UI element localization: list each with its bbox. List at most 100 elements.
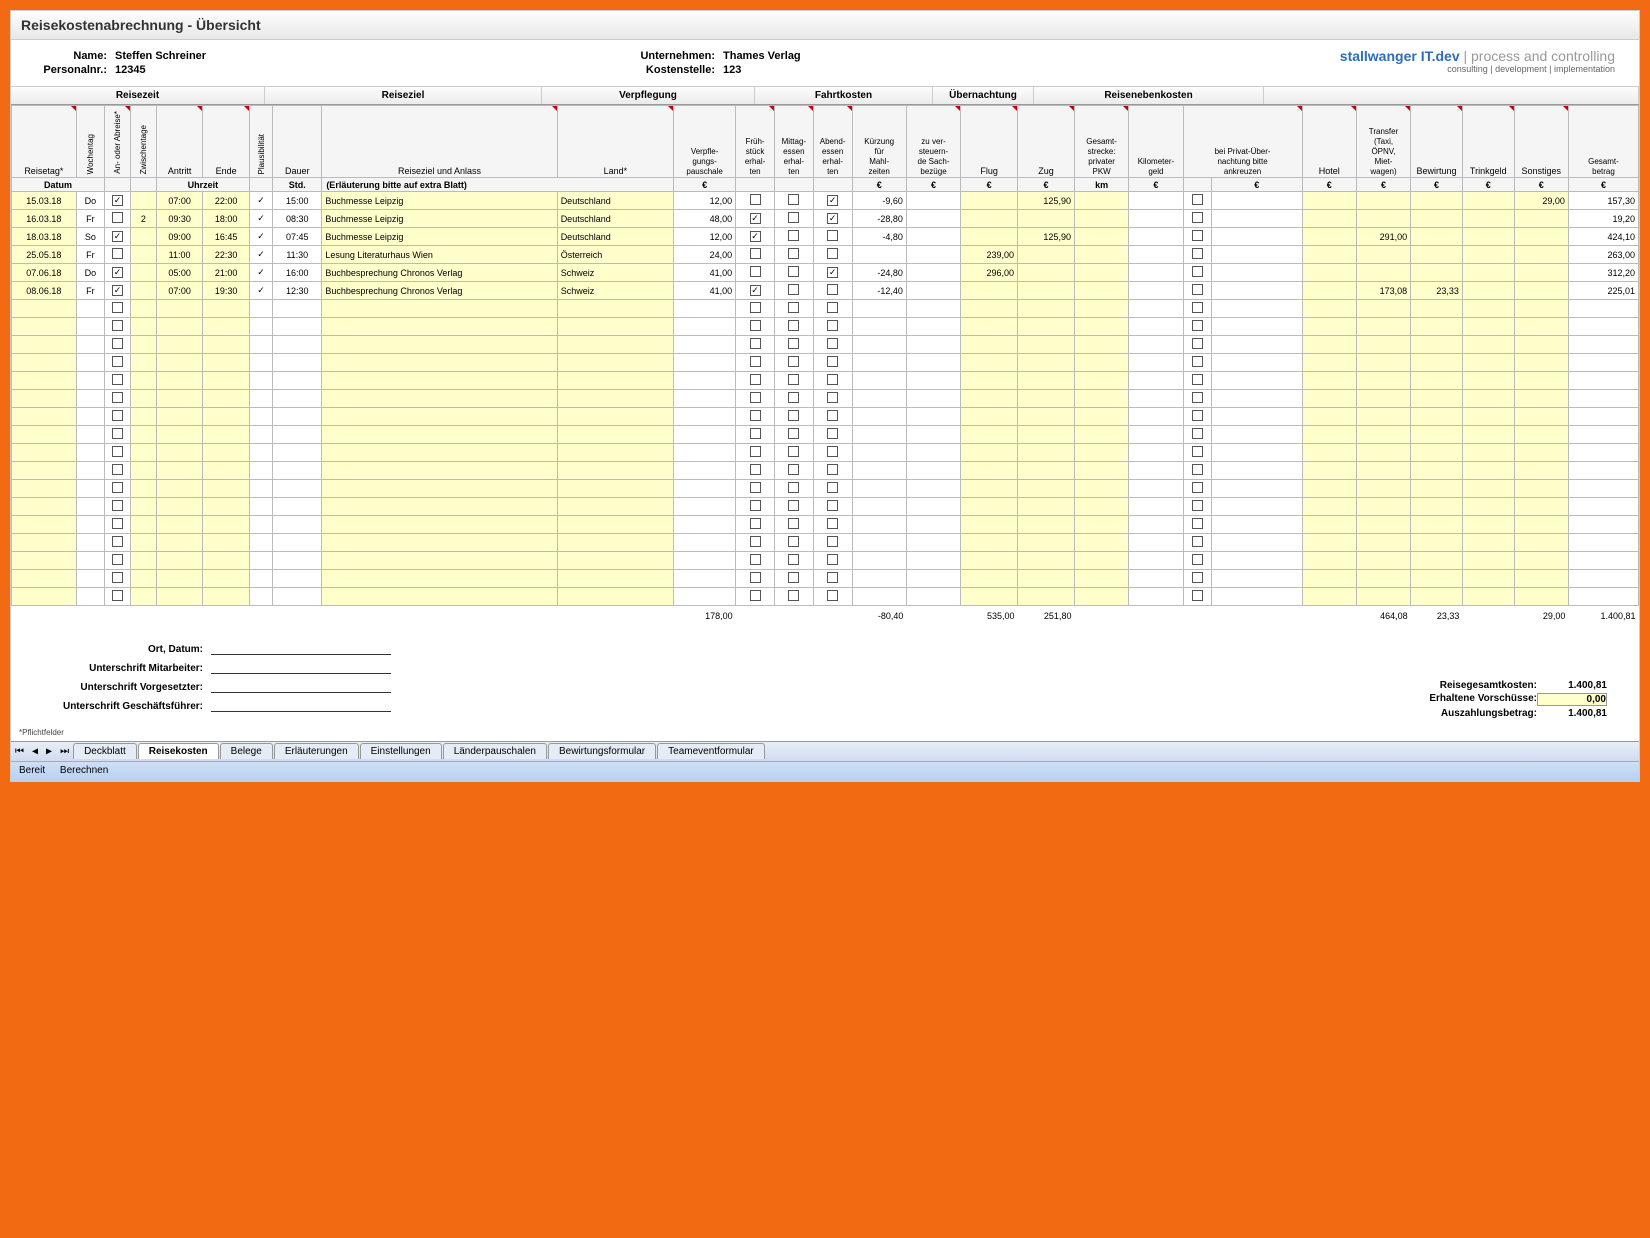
sheet-tab[interactable]: Reisekosten	[138, 743, 219, 759]
checkbox[interactable]	[1192, 410, 1203, 421]
checkbox[interactable]	[788, 428, 799, 439]
checkbox[interactable]	[750, 518, 761, 529]
checkbox[interactable]	[827, 248, 838, 259]
checkbox[interactable]	[112, 518, 123, 529]
sig-ort-line[interactable]	[211, 644, 391, 655]
checkbox[interactable]	[1192, 194, 1203, 205]
checkbox[interactable]	[1192, 302, 1203, 313]
checkbox[interactable]	[1192, 266, 1203, 277]
checkbox[interactable]	[750, 392, 761, 403]
checkbox[interactable]	[788, 284, 799, 295]
sheet-tab[interactable]: Einstellungen	[360, 743, 442, 759]
sig-vg-line[interactable]	[211, 682, 391, 693]
checkbox[interactable]	[827, 374, 838, 385]
table-row[interactable]: 08.06.18Fr07:0019:30✓12:30Buchbesprechun…	[12, 282, 1639, 300]
table-row-empty[interactable]	[12, 588, 1639, 606]
checkbox[interactable]	[1192, 464, 1203, 475]
table-row-empty[interactable]	[12, 390, 1639, 408]
table-row-empty[interactable]	[12, 534, 1639, 552]
checkbox[interactable]	[788, 464, 799, 475]
table-row[interactable]: 25.05.18Fr11:0022:30✓11:30Lesung Literat…	[12, 246, 1639, 264]
checkbox[interactable]	[1192, 536, 1203, 547]
checkbox[interactable]	[750, 338, 761, 349]
checkbox[interactable]	[750, 482, 761, 493]
table-row[interactable]: 18.03.18So09:0016:45✓07:45Buchmesse Leip…	[12, 228, 1639, 246]
checkbox[interactable]	[750, 446, 761, 457]
checkbox[interactable]	[1192, 248, 1203, 259]
checkbox[interactable]	[1192, 518, 1203, 529]
checkbox[interactable]	[112, 248, 123, 259]
table-row-empty[interactable]	[12, 498, 1639, 516]
checkbox[interactable]	[112, 195, 123, 206]
checkbox[interactable]	[1192, 338, 1203, 349]
checkbox[interactable]	[112, 536, 123, 547]
checkbox[interactable]	[750, 410, 761, 421]
checkbox[interactable]	[750, 428, 761, 439]
checkbox[interactable]	[750, 500, 761, 511]
checkbox[interactable]	[1192, 356, 1203, 367]
checkbox[interactable]	[827, 392, 838, 403]
checkbox[interactable]	[112, 500, 123, 511]
checkbox[interactable]	[827, 518, 838, 529]
checkbox[interactable]	[112, 302, 123, 313]
checkbox[interactable]	[827, 267, 838, 278]
table-row[interactable]: 07.06.18Do05:0021:00✓16:00Buchbesprechun…	[12, 264, 1639, 282]
checkbox[interactable]	[827, 410, 838, 421]
checkbox[interactable]	[788, 248, 799, 259]
checkbox[interactable]	[788, 194, 799, 205]
checkbox[interactable]	[1192, 446, 1203, 457]
checkbox[interactable]	[750, 248, 761, 259]
table-row-empty[interactable]	[12, 426, 1639, 444]
checkbox[interactable]	[788, 302, 799, 313]
checkbox[interactable]	[750, 302, 761, 313]
table-row-empty[interactable]	[12, 354, 1639, 372]
checkbox[interactable]	[1192, 554, 1203, 565]
checkbox[interactable]	[788, 500, 799, 511]
checkbox[interactable]	[112, 590, 123, 601]
checkbox[interactable]	[112, 554, 123, 565]
tab-nav-first[interactable]: ⏮	[11, 746, 28, 757]
table-row[interactable]: 15.03.18Do07:0022:00✓15:00Buchmesse Leip…	[12, 192, 1639, 210]
checkbox[interactable]	[827, 536, 838, 547]
checkbox[interactable]	[827, 284, 838, 295]
sheet-tab[interactable]: Bewirtungsformular	[548, 743, 656, 759]
checkbox[interactable]	[827, 356, 838, 367]
checkbox[interactable]	[750, 231, 761, 242]
checkbox[interactable]	[750, 356, 761, 367]
checkbox[interactable]	[1192, 212, 1203, 223]
checkbox[interactable]	[1192, 590, 1203, 601]
checkbox[interactable]	[788, 212, 799, 223]
checkbox[interactable]	[788, 536, 799, 547]
tab-nav-last[interactable]: ⏭	[56, 746, 73, 757]
sheet-tab[interactable]: Belege	[220, 743, 273, 759]
checkbox[interactable]	[788, 554, 799, 565]
checkbox[interactable]	[788, 482, 799, 493]
checkbox[interactable]	[112, 410, 123, 421]
checkbox[interactable]	[750, 194, 761, 205]
table-row-empty[interactable]	[12, 408, 1639, 426]
table-row-empty[interactable]	[12, 372, 1639, 390]
table-row-empty[interactable]	[12, 570, 1639, 588]
sheet-tab[interactable]: Erläuterungen	[274, 743, 359, 759]
checkbox[interactable]	[750, 590, 761, 601]
checkbox[interactable]	[827, 590, 838, 601]
checkbox[interactable]	[750, 554, 761, 565]
checkbox[interactable]	[112, 392, 123, 403]
checkbox[interactable]	[827, 446, 838, 457]
checkbox[interactable]	[788, 590, 799, 601]
sig-ma-line[interactable]	[211, 663, 391, 674]
table-row-empty[interactable]	[12, 516, 1639, 534]
checkbox[interactable]	[1192, 230, 1203, 241]
checkbox[interactable]	[112, 338, 123, 349]
checkbox[interactable]	[827, 230, 838, 241]
sheet-tab[interactable]: Teameventformular	[657, 743, 765, 759]
checkbox[interactable]	[1192, 392, 1203, 403]
checkbox[interactable]	[750, 536, 761, 547]
checkbox[interactable]	[827, 428, 838, 439]
checkbox[interactable]	[750, 572, 761, 583]
checkbox[interactable]	[788, 410, 799, 421]
checkbox[interactable]	[1192, 374, 1203, 385]
checkbox[interactable]	[827, 338, 838, 349]
table-body[interactable]: 15.03.18Do07:0022:00✓15:00Buchmesse Leip…	[12, 192, 1639, 606]
checkbox[interactable]	[1192, 284, 1203, 295]
